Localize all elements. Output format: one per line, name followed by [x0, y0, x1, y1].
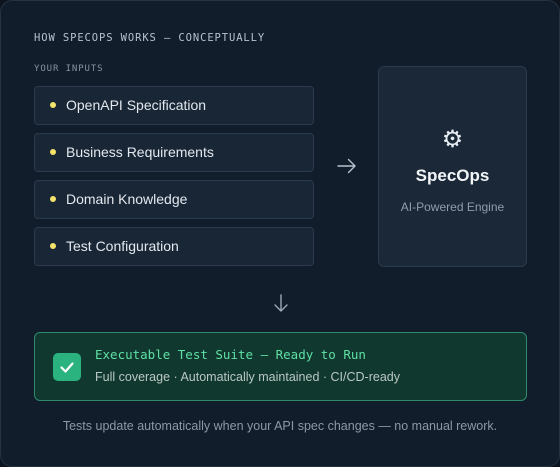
- page-title: HOW SPECOPS WORKS — CONCEPTUALLY: [34, 32, 266, 44]
- result-box: Executable Test Suite — Ready to Run Ful…: [34, 332, 527, 401]
- input-item-openapi: OpenAPI Specification: [34, 86, 314, 125]
- engine-subtitle: AI-Powered Engine: [400, 200, 505, 214]
- bullet-dot-icon: [50, 196, 56, 202]
- input-item-business: Business Requirements: [34, 133, 314, 172]
- check-icon: [53, 353, 81, 381]
- specops-engine-box: ⚙ SpecOps AI-Powered Engine: [378, 66, 527, 267]
- result-description: Full coverage · Automatically maintained…: [95, 370, 400, 384]
- inputs-section-label: YOUR INPUTS: [34, 64, 104, 74]
- bullet-dot-icon: [50, 243, 56, 249]
- footer-note: Tests update automatically when your API…: [62, 419, 498, 433]
- input-item-label: Domain Knowledge: [66, 191, 188, 207]
- result-title: Executable Test Suite — Ready to Run: [95, 347, 366, 362]
- engine-name: SpecOps: [415, 166, 490, 185]
- input-item-domain: Domain Knowledge: [34, 180, 314, 219]
- input-item-label: OpenAPI Specification: [66, 97, 207, 113]
- conceptual-diagram-card: HOW SPECOPS WORKS — CONCEPTUALLY YOUR IN…: [0, 0, 560, 467]
- arrow-right-icon: [337, 158, 356, 174]
- bullet-dot-icon: [50, 149, 56, 155]
- gear-icon: ⚙: [441, 126, 464, 153]
- arrow-down-icon: [274, 294, 288, 312]
- bullet-dot-icon: [50, 102, 56, 108]
- input-item-test-config: Test Configuration: [34, 227, 314, 266]
- input-item-label: Test Configuration: [66, 238, 179, 254]
- input-item-label: Business Requirements: [66, 144, 214, 160]
